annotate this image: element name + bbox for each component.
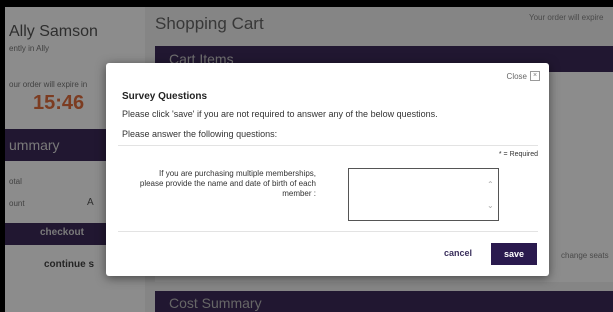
- close-label: Close: [506, 71, 527, 81]
- scroll-down-icon[interactable]: ⌄: [487, 201, 494, 210]
- member-details-textarea[interactable]: [348, 168, 499, 221]
- modal-prompt: Please answer the following questions:: [122, 129, 278, 139]
- close-button[interactable]: Close ×: [507, 71, 540, 81]
- divider: [118, 145, 538, 146]
- cancel-button[interactable]: cancel: [444, 248, 472, 258]
- save-button[interactable]: save: [491, 243, 537, 265]
- divider: [118, 231, 538, 232]
- modal-title: Survey Questions: [122, 91, 208, 102]
- close-icon[interactable]: ×: [530, 71, 540, 81]
- scroll-up-icon[interactable]: ⌃: [487, 180, 494, 189]
- question-label: If you are purchasing multiple membershi…: [139, 169, 316, 198]
- browser-frame: Ally Samson ently in Ally our order will…: [5, 7, 613, 312]
- survey-modal: Close × Survey Questions Please click 's…: [106, 63, 549, 276]
- modal-instruction: Please click 'save' if you are not requi…: [122, 109, 438, 119]
- required-note: * = Required: [498, 151, 538, 158]
